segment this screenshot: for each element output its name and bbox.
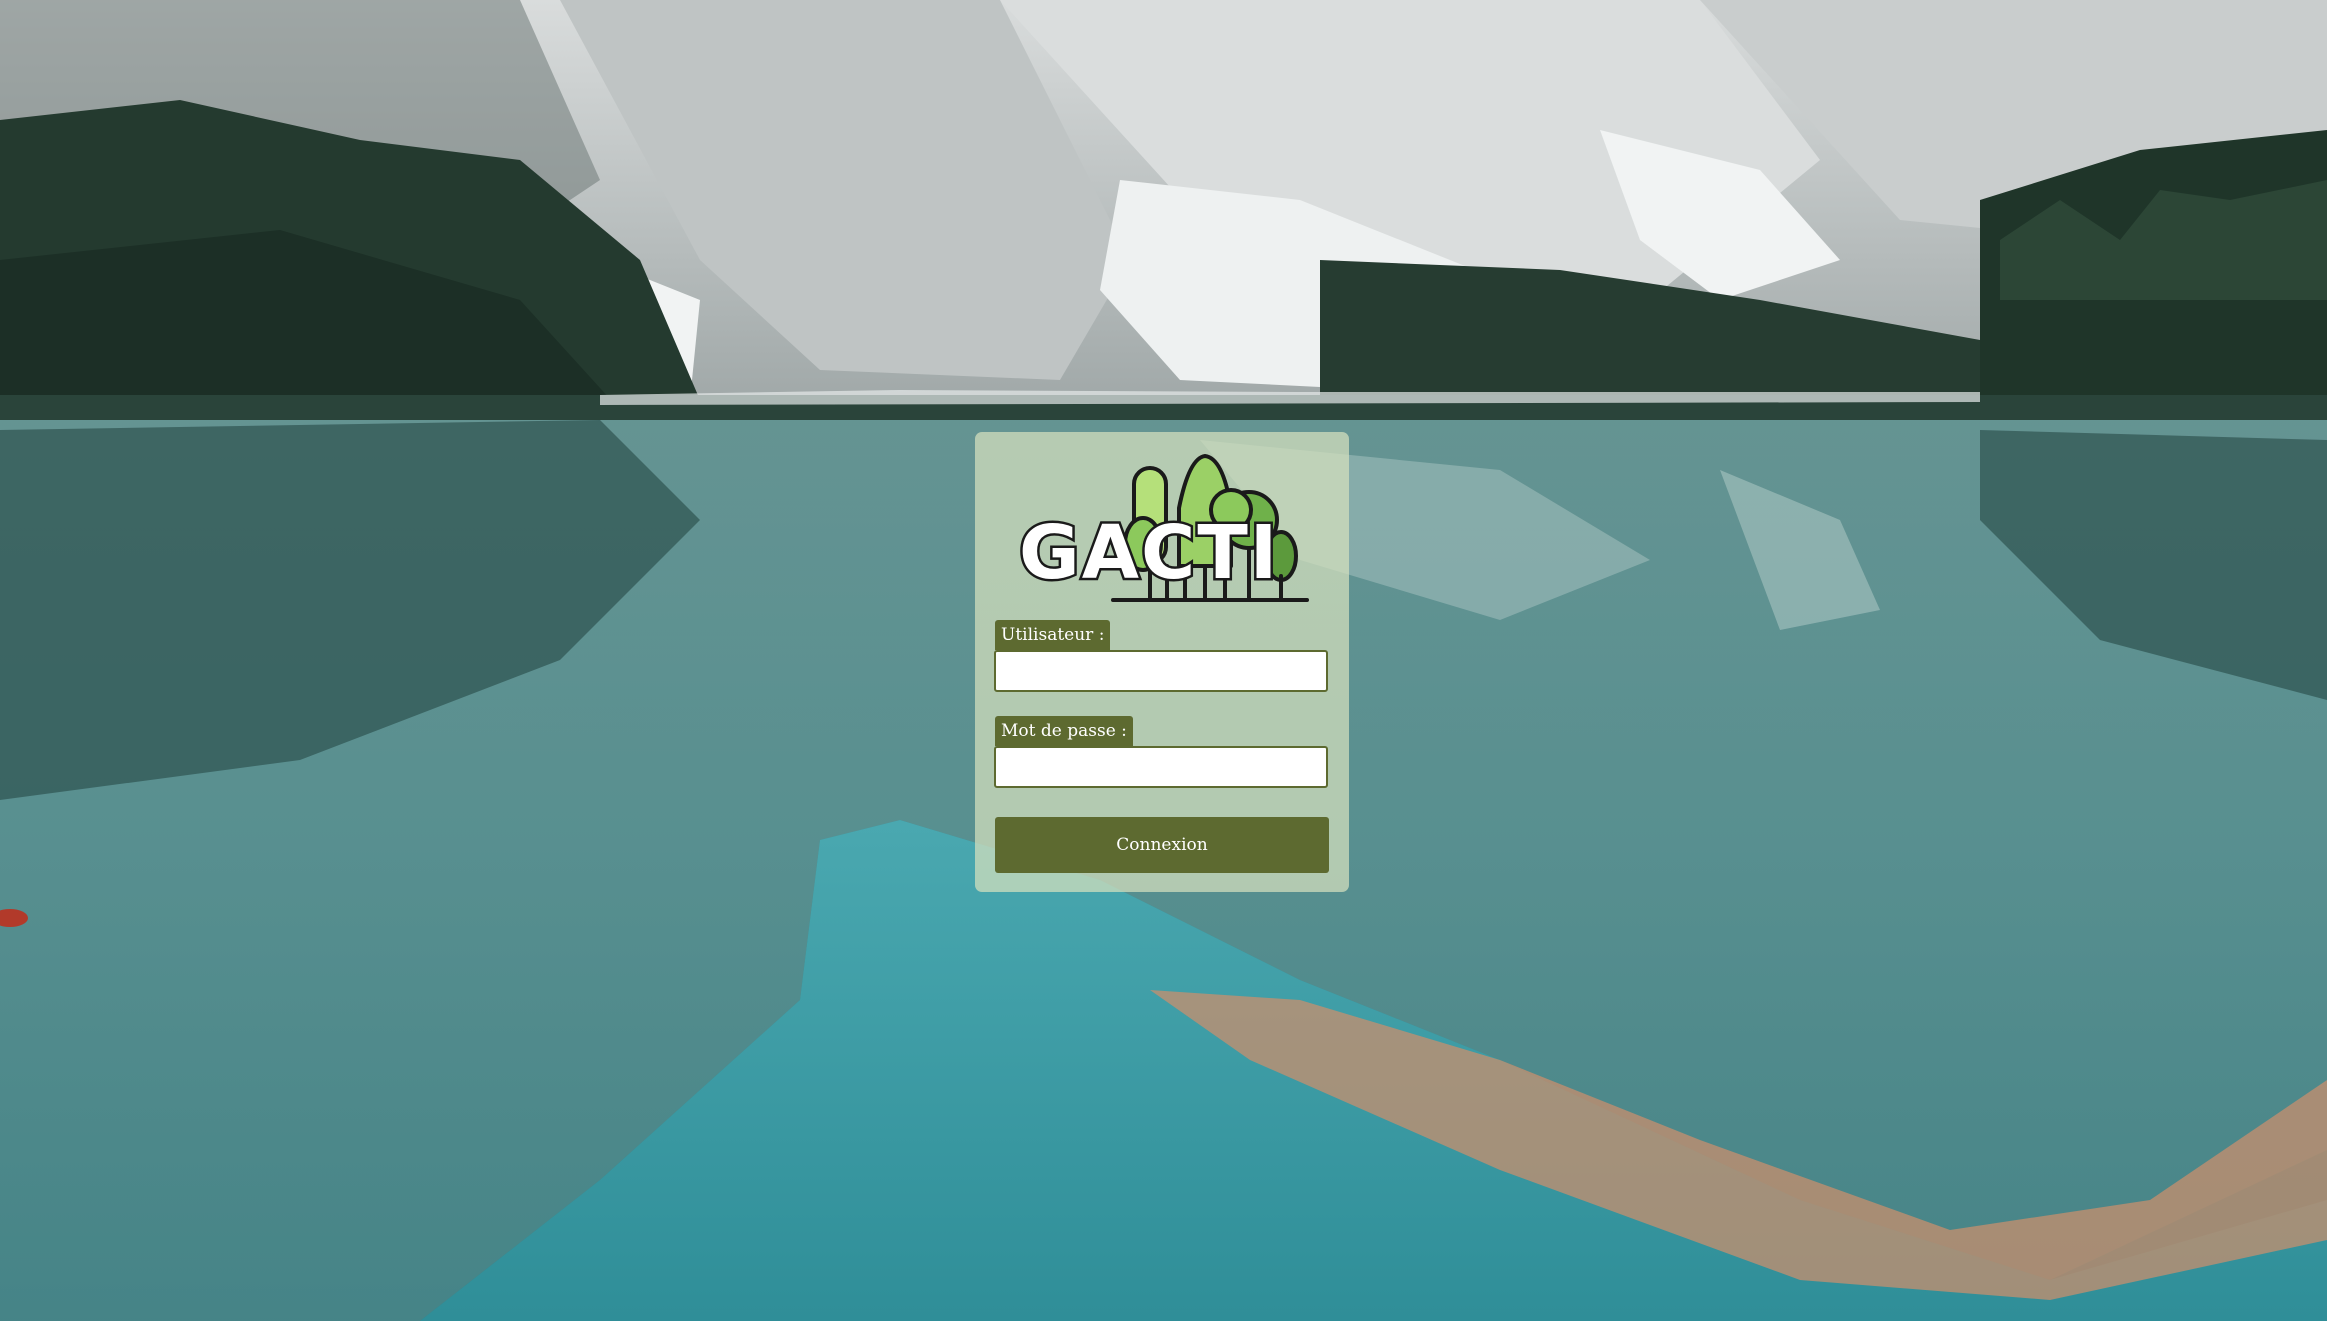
logo-text: GACTI	[1019, 510, 1279, 596]
login-panel: GACTI Utilisateur : Mot de passe : Conne…	[975, 432, 1349, 892]
gacti-logo: GACTI	[1017, 448, 1311, 608]
password-input[interactable]	[994, 746, 1328, 788]
username-input[interactable]	[994, 650, 1328, 692]
password-label: Mot de passe :	[995, 716, 1133, 746]
username-label: Utilisateur :	[995, 620, 1111, 650]
login-button[interactable]: Connexion	[995, 817, 1329, 873]
